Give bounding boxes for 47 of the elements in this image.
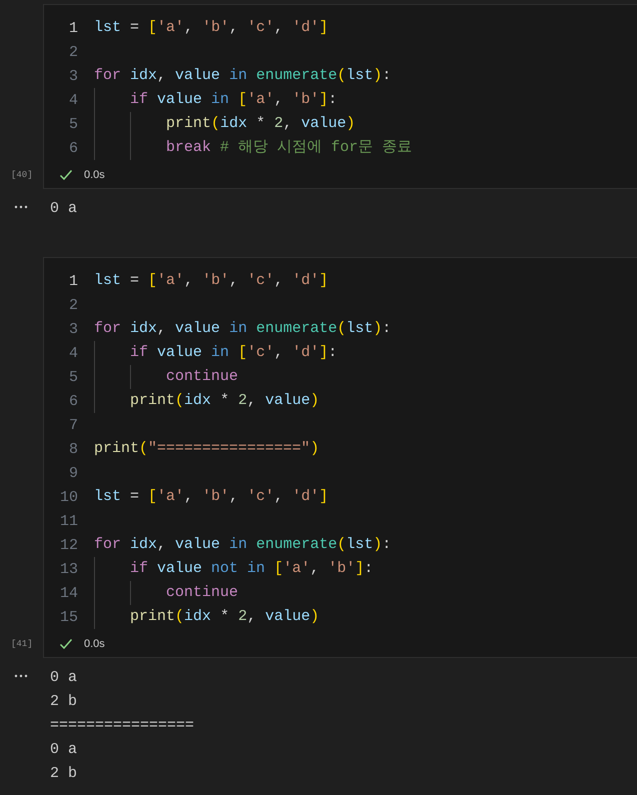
code-line[interactable]: continue — [94, 581, 238, 605]
code-line[interactable]: if value in ['c', 'd']: — [94, 341, 338, 365]
execution-count: [41] — [11, 639, 33, 649]
line-number: 14 — [58, 584, 79, 602]
line-number: 2 — [68, 44, 79, 60]
execution-count: [40] — [11, 170, 33, 180]
code-line[interactable]: print("================") — [94, 437, 320, 461]
code-line[interactable]: for idx, value in enumerate(lst): — [94, 317, 392, 341]
code-line[interactable]: print(idx * 2, value) — [94, 389, 320, 413]
code-line[interactable]: lst = ['a', 'b', 'c', 'd'] — [94, 16, 328, 40]
code-line[interactable]: continue — [94, 365, 238, 389]
line-number: 3 — [68, 68, 79, 84]
code-line[interactable]: for idx, value in enumerate(lst): — [94, 533, 392, 557]
line-number: 5 — [68, 116, 79, 132]
code-line[interactable]: print(idx * 2, value) — [94, 112, 356, 136]
output-line: 2 b — [50, 764, 78, 784]
line-number: 4 — [68, 92, 79, 108]
code-line[interactable]: break # 해당 시점에 for문 종료 — [94, 136, 412, 160]
line-number: 1 — [68, 272, 79, 290]
line-number: 6 — [68, 392, 79, 410]
execution-time: 0.0s — [84, 169, 105, 181]
code-line[interactable]: print(idx * 2, value) — [94, 605, 320, 629]
code-line[interactable]: for idx, value in enumerate(lst): — [94, 64, 392, 88]
line-number: 10 — [58, 488, 79, 506]
code-line[interactable]: if value in ['a', 'b']: — [94, 88, 338, 112]
code-line[interactable]: lst = ['a', 'b', 'c', 'd'] — [94, 269, 328, 293]
output-line: ================ — [50, 716, 194, 736]
code-line[interactable]: if value not in ['a', 'b']: — [94, 557, 374, 581]
line-number: 5 — [68, 368, 79, 386]
line-number: 7 — [68, 416, 79, 434]
line-number: 8 — [68, 440, 79, 458]
line-number: 3 — [68, 320, 79, 338]
line-number: 1 — [68, 20, 79, 36]
line-number: 6 — [68, 140, 79, 156]
line-number: 4 — [68, 344, 79, 362]
output-line: 0 a — [50, 199, 78, 219]
code-line[interactable]: lst = ['a', 'b', 'c', 'd'] — [94, 485, 328, 509]
line-number: 13 — [58, 560, 79, 578]
line-number: 15 — [58, 608, 79, 626]
line-number: 2 — [68, 296, 79, 314]
line-number: 11 — [58, 512, 79, 530]
output-line: 2 b — [50, 692, 78, 712]
execution-time: 0.0s — [84, 638, 105, 650]
line-number: 12 — [58, 536, 79, 554]
output-line: 0 a — [50, 668, 78, 688]
output-line: 0 a — [50, 740, 78, 760]
line-number: 9 — [68, 464, 79, 482]
